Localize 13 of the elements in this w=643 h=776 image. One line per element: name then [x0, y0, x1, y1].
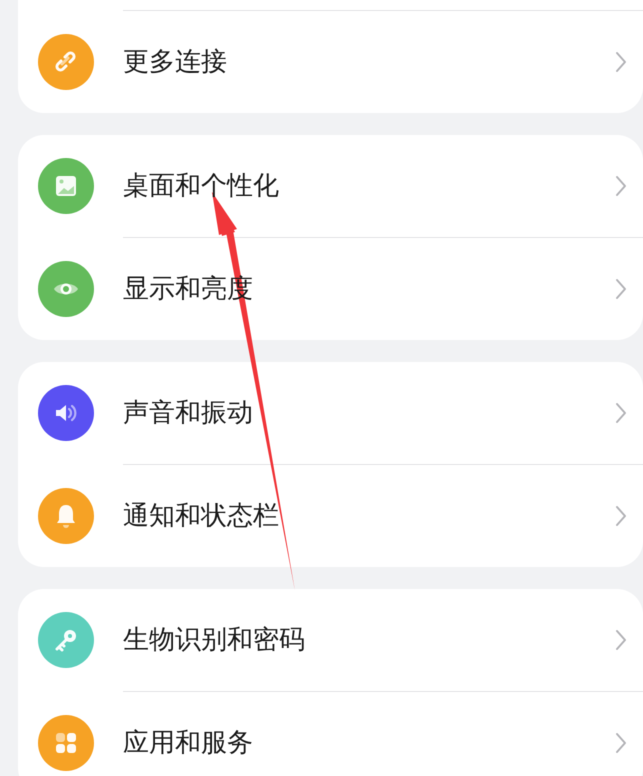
- setting-label[interactable]: 更多连接: [123, 42, 227, 82]
- chevron-icon[interactable]: [615, 175, 627, 197]
- chevron-icon[interactable]: [615, 629, 627, 651]
- setting-label[interactable]: 生物识别和密码: [123, 620, 305, 660]
- chevron-icon[interactable]: [615, 51, 627, 73]
- chevron-icon[interactable]: [615, 402, 627, 424]
- setting-label[interactable]: 通知和状态栏: [123, 496, 279, 536]
- setting-label[interactable]: 桌面和个性化: [123, 166, 279, 206]
- setting-label[interactable]: 声音和振动: [123, 394, 253, 432]
- chevron-icon[interactable]: [615, 505, 627, 527]
- setting-label[interactable]: 应用和服务: [123, 724, 253, 762]
- chevron-icon[interactable]: [615, 278, 627, 300]
- chevron-icon[interactable]: [615, 732, 627, 754]
